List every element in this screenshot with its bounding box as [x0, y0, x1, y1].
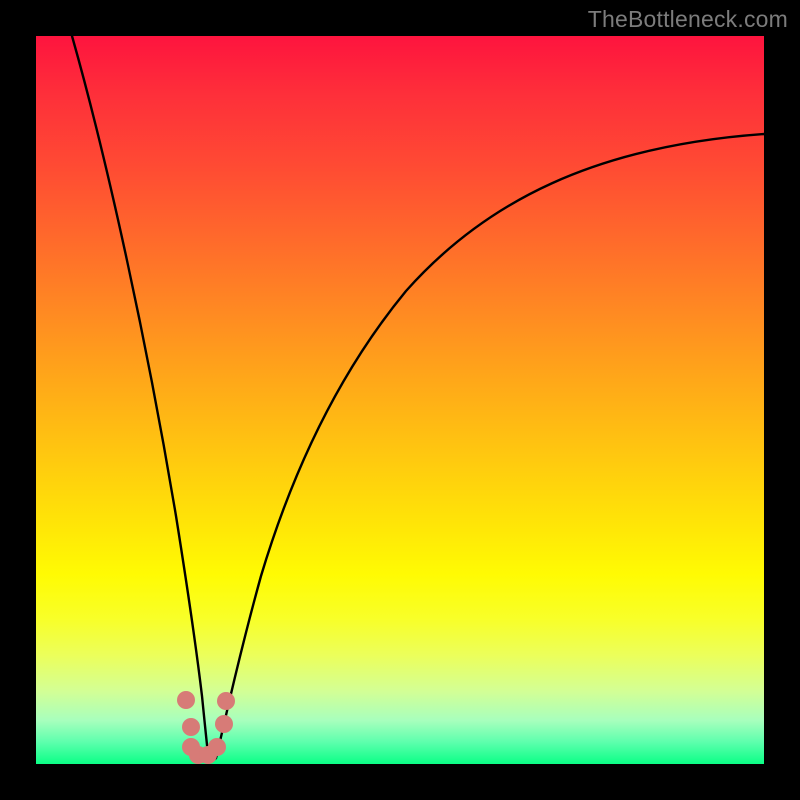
chart-curves — [36, 36, 764, 764]
curve-right-branch — [216, 134, 764, 758]
marker-dot — [215, 715, 233, 733]
marker-dot — [182, 718, 200, 736]
marker-dot — [177, 691, 195, 709]
marker-dot — [208, 738, 226, 756]
watermark-text: TheBottleneck.com — [588, 6, 788, 33]
marker-dot — [217, 692, 235, 710]
curve-left-branch — [72, 36, 209, 758]
chart-frame: TheBottleneck.com — [0, 0, 800, 800]
